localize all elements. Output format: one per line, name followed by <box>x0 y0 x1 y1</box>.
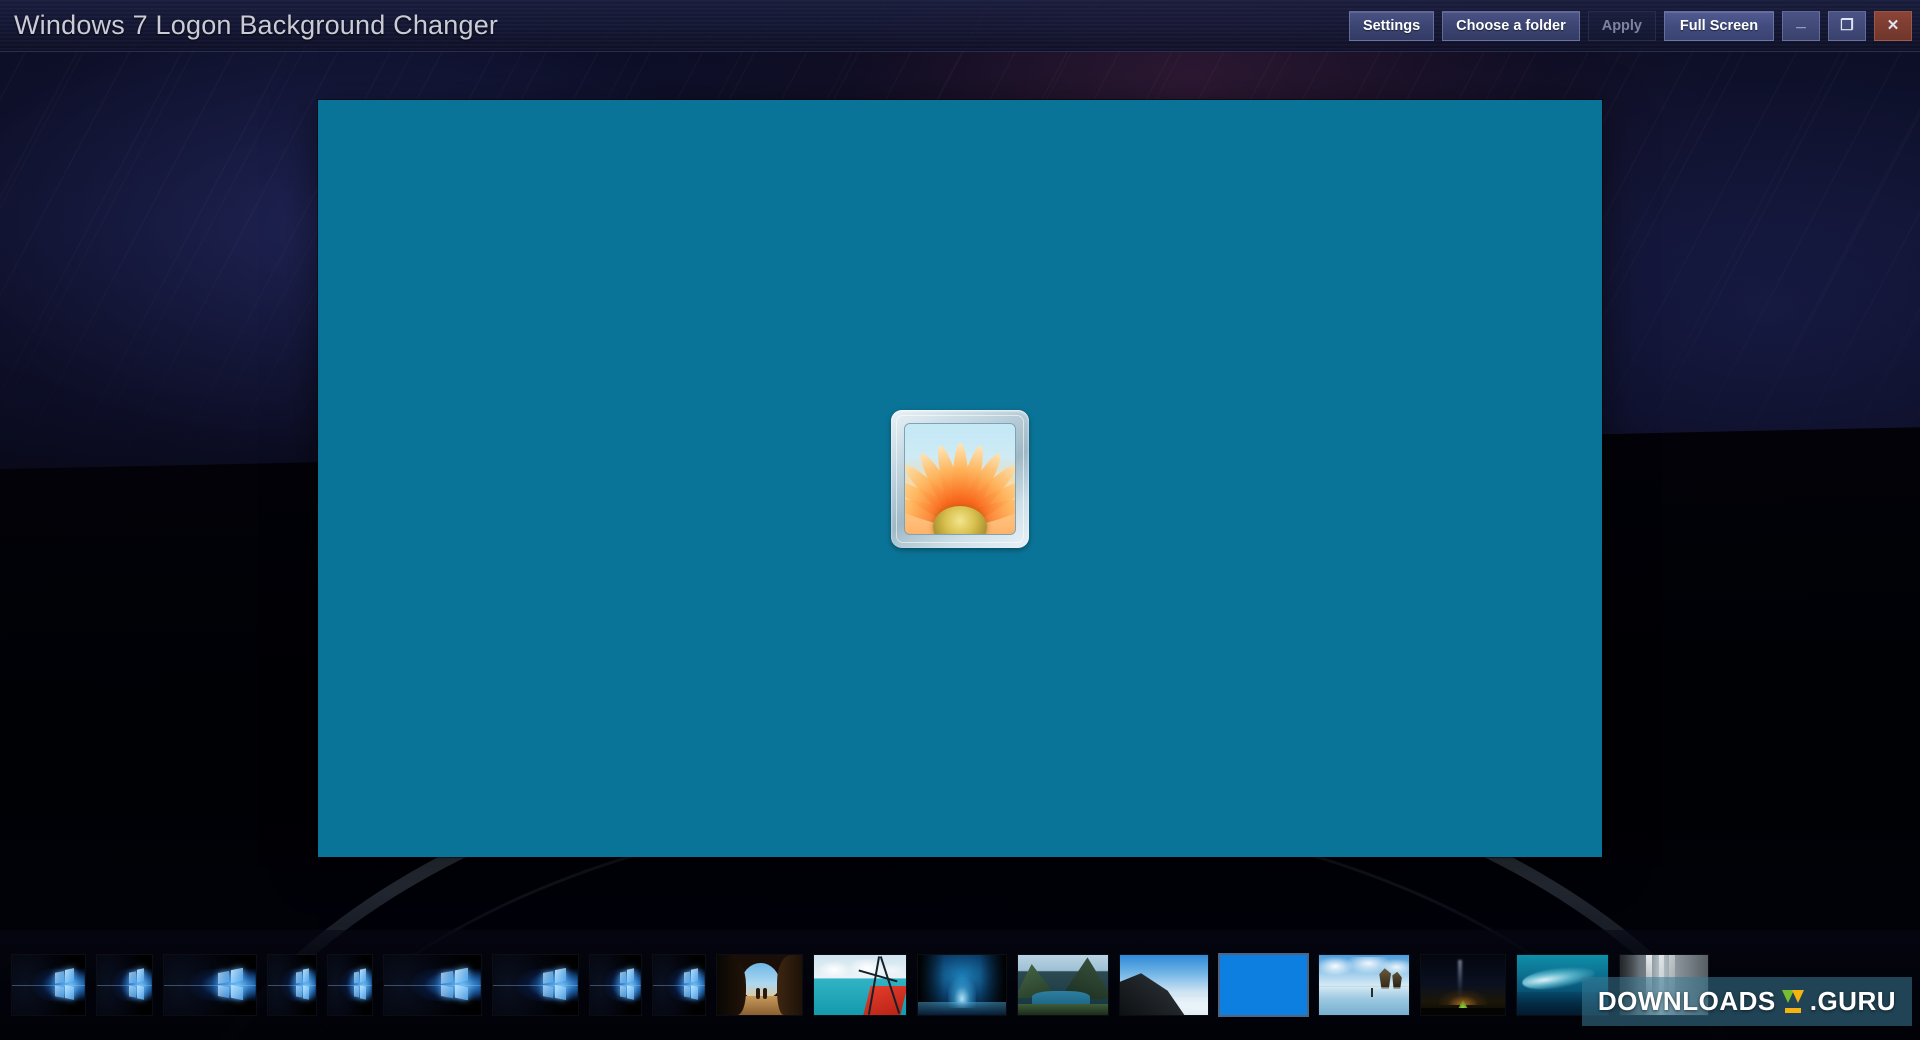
thumbnail-beach-sea-stacks[interactable] <box>1319 955 1409 1015</box>
title-bar: Windows 7 Logon Background Changer Setti… <box>0 0 1920 52</box>
thumbnail-windows-10-hero-2[interactable] <box>97 955 152 1015</box>
thumbnail-windows-10-hero-1[interactable] <box>12 955 85 1015</box>
apply-button[interactable]: Apply <box>1587 10 1656 41</box>
minimize-button[interactable]: _ <box>1782 10 1820 41</box>
toolbar-button-group: Settings Choose a folder Apply Full Scre… <box>1348 10 1912 41</box>
thumbnail-windows-10-hero-9[interactable] <box>653 955 705 1015</box>
logon-preview-panel[interactable] <box>318 100 1602 857</box>
thumbnail-underwater-wave[interactable] <box>1517 955 1608 1015</box>
thumbnail-windows-10-hero-7[interactable] <box>493 955 578 1015</box>
thumbnail-mountain-lake[interactable] <box>1018 955 1108 1015</box>
thumbnail-strip[interactable] <box>0 930 1920 1040</box>
choose-folder-button[interactable]: Choose a folder <box>1442 10 1580 41</box>
restore-icon: ❐ <box>1840 17 1854 34</box>
close-icon: ✕ <box>1886 17 1900 34</box>
thumbnail-cliff-above-clouds[interactable] <box>1120 955 1208 1015</box>
application-window: Windows 7 Logon Background Changer Setti… <box>0 0 1920 1040</box>
full-screen-button[interactable]: Full Screen <box>1664 10 1774 41</box>
thumbnail-windows-10-hero-6[interactable] <box>384 955 481 1015</box>
thumbnail-windows-10-hero-5[interactable] <box>328 955 372 1015</box>
minimize-icon: _ <box>1796 11 1806 30</box>
thumbnail-solid-blue[interactable] <box>1220 955 1307 1015</box>
thumbnail-windows-10-hero-3[interactable] <box>164 955 256 1015</box>
photo-viewer-icon-image <box>904 422 1016 535</box>
thumbnail-night-camp-tent[interactable] <box>1421 955 1505 1015</box>
app-title: Windows 7 Logon Background Changer <box>14 10 499 40</box>
thumbnail-waterfall-rock[interactable] <box>1620 955 1708 1015</box>
photo-viewer-icon <box>891 409 1029 548</box>
settings-button[interactable]: Settings <box>1348 10 1435 41</box>
thumbnail-sailboat-turquoise-sea[interactable] <box>814 955 906 1015</box>
thumbnail-blue-ice-cave[interactable] <box>918 955 1006 1015</box>
restore-button[interactable]: ❐ <box>1828 10 1866 41</box>
close-button[interactable]: ✕ <box>1874 10 1912 41</box>
thumbnail-windows-10-hero-8[interactable] <box>590 955 641 1015</box>
thumbnail-windows-10-hero-4[interactable] <box>268 955 316 1015</box>
thumbnail-desert-cave-arch[interactable] <box>717 955 802 1015</box>
